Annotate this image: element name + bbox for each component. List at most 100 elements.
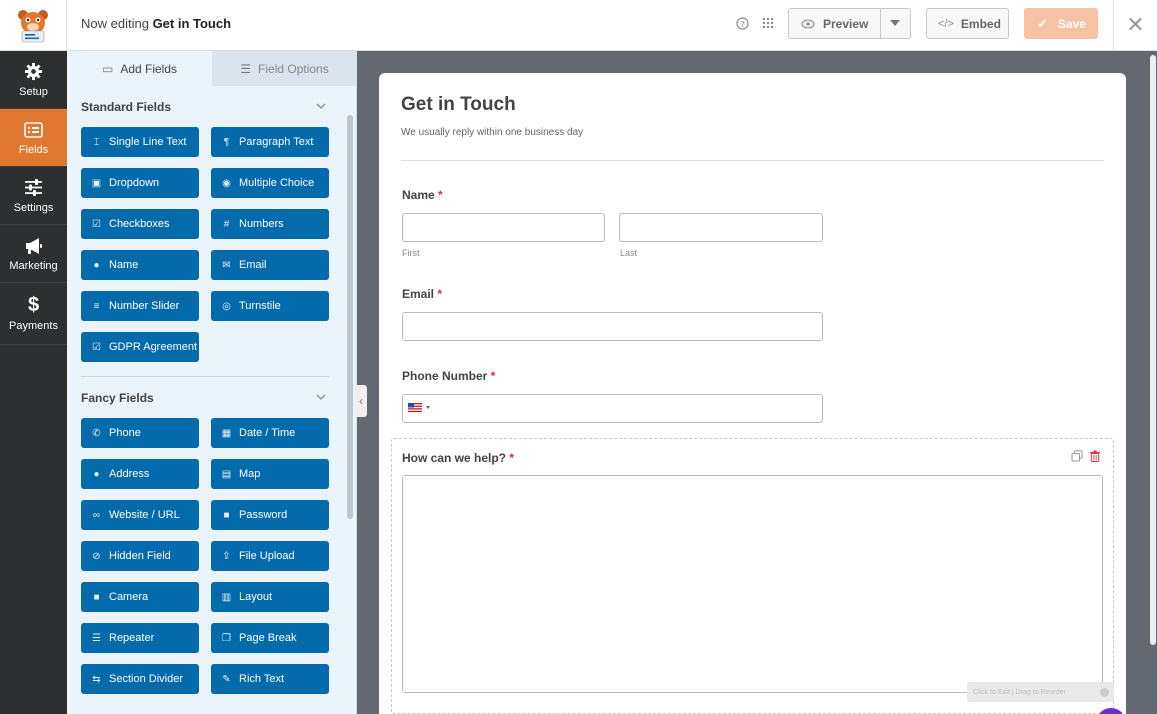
- nav-setup[interactable]: Setup: [0, 51, 67, 109]
- first-name-input[interactable]: [402, 213, 605, 242]
- tab-field-options-label: Field Options: [258, 61, 329, 76]
- field-button-rich-text[interactable]: ✎ Rich Text: [211, 664, 329, 694]
- field-button-number-slider[interactable]: ≡ Number Slider: [81, 291, 199, 321]
- required-mark: *: [490, 369, 496, 383]
- name-field-label[interactable]: Name *: [402, 188, 443, 202]
- field-button-label: Single Line Text: [109, 136, 187, 148]
- tab-field-options[interactable]: ☰ Field Options: [212, 51, 357, 86]
- fields-panel: ▭ Add Fields ☰ Field Options Standard Fi…: [67, 51, 357, 714]
- last-sublabel: Last: [620, 248, 638, 258]
- email-input[interactable]: [402, 312, 823, 341]
- standard-fields-title[interactable]: Standard Fields: [81, 100, 171, 114]
- field-button-checkboxes[interactable]: ☑ Checkboxes: [81, 209, 199, 239]
- field-button-multiple-choice[interactable]: ◉ Multiple Choice: [211, 168, 329, 198]
- field-button-email[interactable]: ✉ Email: [211, 250, 329, 280]
- field-button-dropdown[interactable]: ▣ Dropdown: [81, 168, 199, 198]
- preview-dropdown-caret-icon[interactable]: [890, 20, 900, 26]
- field-button-page-break[interactable]: ❐ Page Break: [211, 623, 329, 653]
- chevron-down-icon[interactable]: [316, 392, 326, 402]
- last-name-input[interactable]: [619, 213, 823, 242]
- editing-prefix: Now editing: [81, 16, 149, 31]
- duplicate-icon[interactable]: [1071, 450, 1083, 462]
- nav-settings-label: Settings: [13, 201, 54, 214]
- field-button-label: Numbers: [239, 218, 284, 230]
- preview-scrollbar[interactable]: [1150, 55, 1156, 645]
- save-label: Save: [1057, 16, 1086, 31]
- nav-marketing[interactable]: Marketing: [0, 225, 67, 283]
- nav-fields[interactable]: Fields: [0, 109, 67, 167]
- field-button-label: Email: [239, 259, 267, 271]
- email-field-label[interactable]: Email *: [402, 287, 442, 301]
- calendar-icon: ▦: [221, 427, 232, 439]
- link-icon: ∞: [92, 509, 101, 521]
- eye-icon: [801, 18, 815, 29]
- email-label-text: Email: [402, 287, 435, 301]
- required-mark: *: [509, 451, 515, 465]
- help-field-label[interactable]: How can we help? *: [402, 451, 514, 465]
- field-button-label: Page Break: [239, 632, 297, 644]
- field-button-label: Multiple Choice: [239, 177, 315, 189]
- drag-hint-text: Click to Edit | Drag to Reorder: [973, 688, 1066, 696]
- field-button-single-line-text[interactable]: ⌶ Single Line Text: [81, 127, 199, 157]
- text-icon: ⌶: [93, 136, 100, 148]
- collapse-panel-chevron-left-icon[interactable]: ‹: [355, 385, 367, 417]
- camera-icon: ■: [93, 591, 100, 603]
- grid-dots-icon[interactable]: [760, 15, 776, 31]
- field-button-section-divider[interactable]: ⇆ Section Divider: [81, 664, 199, 694]
- form-description[interactable]: We usually reply within one business day: [401, 127, 583, 138]
- checkbox-icon: ☑: [92, 341, 101, 353]
- field-button-camera[interactable]: ■ Camera: [81, 582, 199, 612]
- phone-field-label[interactable]: Phone Number *: [402, 369, 495, 383]
- field-button-label: GDPR Agreement: [109, 341, 198, 353]
- list-box-icon: ▭: [101, 61, 114, 76]
- field-button-paragraph-text[interactable]: ¶ Paragraph Text: [211, 127, 329, 157]
- nav-payments[interactable]: $ Payments: [0, 283, 67, 345]
- form-title[interactable]: Get in Touch: [401, 94, 516, 116]
- preview-button[interactable]: Preview: [788, 8, 911, 39]
- trash-icon[interactable]: [1089, 450, 1101, 462]
- field-button-phone[interactable]: ✆ Phone: [81, 418, 199, 448]
- field-button-address[interactable]: ● Address: [81, 459, 199, 489]
- first-sublabel: First: [402, 248, 420, 258]
- help-textarea[interactable]: [402, 475, 1103, 693]
- envelope-icon: ✉: [222, 259, 231, 271]
- nav-setup-label: Setup: [19, 85, 48, 98]
- divider-icon: ⇆: [92, 673, 101, 685]
- field-button-website-url[interactable]: ∞ Website / URL: [81, 500, 199, 530]
- chevron-down-icon[interactable]: [316, 101, 326, 111]
- field-button-layout[interactable]: ▥ Layout: [211, 582, 329, 612]
- field-button-label: Map: [239, 468, 261, 480]
- save-button[interactable]: ✓ Save: [1024, 8, 1098, 39]
- us-flag-icon[interactable]: [408, 403, 422, 412]
- field-button-map[interactable]: ▤ Map: [211, 459, 329, 489]
- flag-caret-icon[interactable]: [426, 406, 430, 409]
- field-button-repeater[interactable]: ☰ Repeater: [81, 623, 199, 653]
- drag-reorder-hint: Click to Edit | Drag to Reorder: [967, 682, 1114, 702]
- tab-add-fields[interactable]: ▭ Add Fields: [67, 51, 212, 86]
- field-button-label: Paragraph Text: [239, 136, 314, 148]
- field-button-date-time[interactable]: ▦ Date / Time: [211, 418, 329, 448]
- field-button-file-upload[interactable]: ⇪ File Upload: [211, 541, 329, 571]
- field-button-name[interactable]: ● Name: [81, 250, 199, 280]
- required-mark: *: [438, 188, 443, 202]
- pin-icon: ●: [93, 468, 100, 480]
- field-button-label: Phone: [109, 427, 141, 439]
- form-name: Get in Touch: [152, 16, 232, 31]
- field-button-gdpr-agreement[interactable]: ☑ GDPR Agreement: [81, 332, 199, 362]
- repeater-icon: ☰: [92, 632, 101, 644]
- help-circle-icon[interactable]: ?: [734, 15, 750, 31]
- nav-payments-label: Payments: [9, 319, 58, 332]
- panel-scrollbar[interactable]: [347, 115, 353, 519]
- field-button-password[interactable]: ■ Password: [211, 500, 329, 530]
- field-button-numbers[interactable]: # Numbers: [211, 209, 329, 239]
- phone-input[interactable]: [402, 394, 823, 423]
- field-button-turnstile[interactable]: ◎ Turnstile: [211, 291, 329, 321]
- field-button-hidden-field[interactable]: ⊘ Hidden Field: [81, 541, 199, 571]
- nav-settings[interactable]: Settings: [0, 167, 67, 225]
- fancy-fields-title[interactable]: Fancy Fields: [81, 391, 154, 405]
- slider-icon: ≡: [93, 300, 100, 312]
- close-icon[interactable]: ✕: [1113, 0, 1157, 50]
- field-button-label: Password: [239, 509, 288, 521]
- wpforms-logo[interactable]: [0, 0, 67, 50]
- embed-button[interactable]: </> Embed: [926, 8, 1009, 39]
